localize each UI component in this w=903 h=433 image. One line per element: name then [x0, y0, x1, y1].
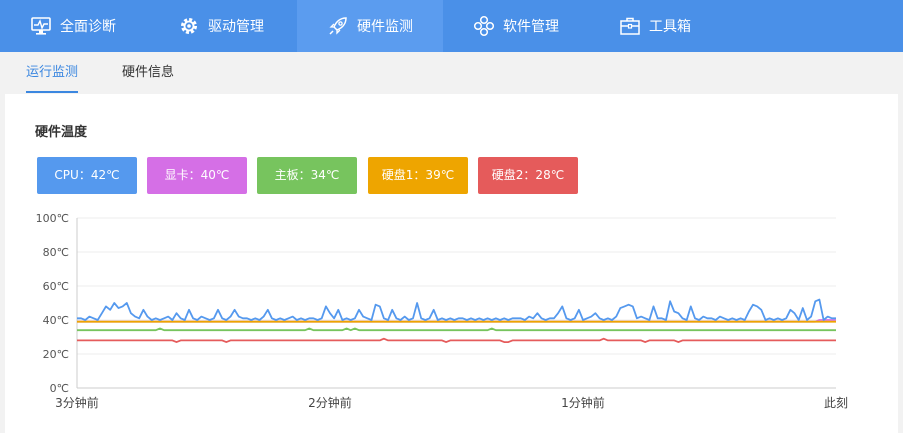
tab-driver-management[interactable]: 驱动管理	[178, 0, 288, 52]
x-tick-label: 1分钟前	[561, 395, 605, 410]
apps-icon	[473, 15, 495, 37]
y-tick-label: 100℃	[36, 212, 69, 225]
tab-hardware-monitor[interactable]: 硬件监测	[297, 0, 443, 52]
x-tick-label: 3分钟前	[55, 395, 99, 410]
monitor-pulse-icon	[30, 15, 52, 37]
tab-full-diagnosis[interactable]: 全面诊断	[30, 0, 140, 52]
tab-label: 硬件监测	[357, 19, 413, 35]
toolbox-icon	[619, 15, 641, 37]
top-nav-bar: 全面诊断 驱动管理 硬件监测 软件管理 工具箱	[0, 0, 903, 52]
temperature-line-chart: 0℃ 20℃ 40℃ 60℃ 80℃ 100℃ 3分钟前 2分钟前 1分钟前 此刻	[36, 212, 848, 410]
sub-nav-bar: 运行监测 硬件信息	[0, 52, 903, 94]
tab-label: 全面诊断	[60, 19, 116, 35]
subtab-hardware-info[interactable]: 硬件信息	[122, 52, 174, 94]
y-tick-label: 40℃	[43, 314, 69, 327]
x-tick-label: 2分钟前	[308, 395, 352, 410]
tab-label: 工具箱	[649, 19, 691, 35]
series-line-4	[77, 337, 836, 344]
series-line-0	[77, 298, 836, 321]
tab-software-management[interactable]: 软件管理	[473, 0, 583, 52]
y-tick-label: 60℃	[43, 280, 69, 293]
y-tick-label: 80℃	[43, 246, 69, 259]
y-tick-label: 20℃	[43, 348, 69, 361]
tab-label: 驱动管理	[208, 19, 264, 35]
x-tick-label: 此刻	[824, 396, 848, 410]
rocket-icon	[327, 15, 349, 37]
tab-toolbox[interactable]: 工具箱	[619, 0, 709, 52]
tab-label: 软件管理	[503, 19, 559, 35]
series-line-2	[77, 327, 836, 332]
y-tick-label: 0℃	[50, 382, 69, 395]
gear-icon	[178, 15, 200, 37]
subtab-runtime-monitor[interactable]: 运行监测	[26, 52, 79, 94]
